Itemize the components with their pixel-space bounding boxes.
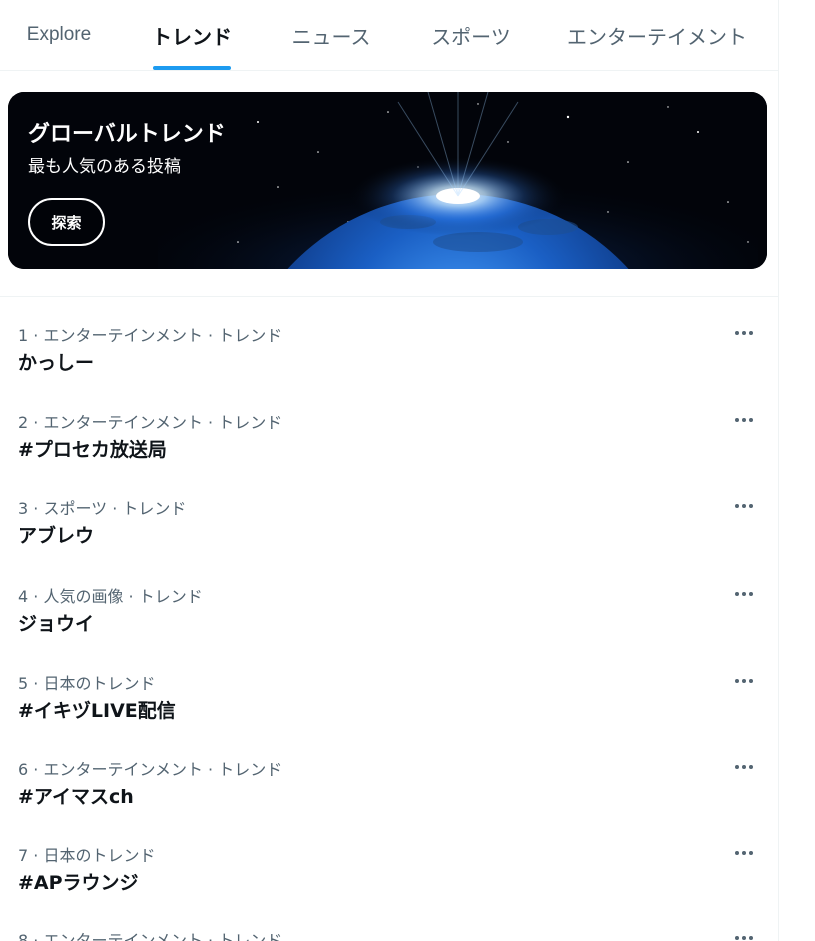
tab-trends[interactable]: トレンド — [118, 0, 266, 70]
trend-meta: 1 · エンターテインメント · トレンド — [18, 326, 283, 345]
explore-button[interactable]: 探索 — [28, 198, 105, 246]
explore-tab-bar: Explore トレンド ニュース スポーツ エンターテイメント — [0, 0, 778, 71]
banner-subtitle: 最も人気のある投稿 — [28, 157, 181, 177]
more-horizontal-icon[interactable] — [726, 583, 762, 605]
tab-news[interactable]: ニュース — [266, 0, 396, 70]
trend-meta: 7 · 日本のトレンド — [18, 846, 156, 865]
trend-item[interactable]: 7 · 日本のトレンド #APラウンジ — [0, 842, 778, 929]
banner-title: グローバルトレンド — [28, 122, 226, 147]
trend-name: かっしー — [18, 352, 95, 374]
tab-label: スポーツ — [431, 24, 511, 49]
trend-name: #アイマスch — [18, 786, 134, 808]
page: Explore トレンド ニュース スポーツ エンターテイメント グローバルトレ… — [0, 0, 815, 941]
trend-item[interactable]: 6 · エンターテインメント · トレンド #アイマスch — [0, 756, 778, 843]
tab-explore[interactable]: Explore — [0, 0, 118, 70]
more-horizontal-icon[interactable] — [726, 842, 762, 864]
more-horizontal-icon[interactable] — [726, 927, 762, 941]
trend-meta: 5 · 日本のトレンド — [18, 674, 156, 693]
tab-label: トレンド — [152, 24, 232, 49]
tab-sports[interactable]: スポーツ — [396, 0, 546, 70]
trend-name: #イキヅLIVE配信 — [18, 700, 176, 722]
more-horizontal-icon[interactable] — [726, 409, 762, 431]
trend-meta: 3 · スポーツ · トレンド — [18, 499, 187, 518]
trend-item[interactable]: 8 · エンターテインメント · トレンド — [0, 927, 778, 941]
main-column: Explore トレンド ニュース スポーツ エンターテイメント グローバルトレ… — [0, 0, 779, 941]
trend-item[interactable]: 2 · エンターテインメント · トレンド #プロセカ放送局 — [0, 409, 778, 496]
trend-item[interactable]: 1 · エンターテインメント · トレンド かっしー — [0, 322, 778, 409]
trend-item[interactable]: 5 · 日本のトレンド #イキヅLIVE配信 — [0, 670, 778, 757]
more-horizontal-icon[interactable] — [726, 756, 762, 778]
more-horizontal-icon[interactable] — [726, 495, 762, 517]
trend-meta: 8 · エンターテインメント · トレンド — [18, 931, 283, 941]
trend-name: #プロセカ放送局 — [18, 439, 167, 461]
trend-item[interactable]: 3 · スポーツ · トレンド アブレウ — [0, 495, 778, 582]
tab-label: Explore — [26, 24, 92, 45]
tab-entertainment[interactable]: エンターテイメント — [546, 0, 768, 70]
tab-label: エンターテイメント — [567, 24, 747, 49]
trend-meta: 4 · 人気の画像 · トレンド — [18, 587, 203, 606]
trend-item[interactable]: 4 · 人気の画像 · トレンド ジョウイ — [0, 583, 778, 670]
active-tab-indicator — [153, 66, 231, 70]
trend-name: #APラウンジ — [18, 872, 139, 894]
trend-name: ジョウイ — [18, 613, 95, 635]
section-divider — [0, 296, 778, 297]
trend-meta: 2 · エンターテインメント · トレンド — [18, 413, 283, 432]
trend-meta: 6 · エンターテインメント · トレンド — [18, 760, 283, 779]
global-trends-banner[interactable]: グローバルトレンド 最も人気のある投稿 探索 — [8, 92, 767, 269]
more-horizontal-icon[interactable] — [726, 322, 762, 344]
more-horizontal-icon[interactable] — [726, 670, 762, 692]
trend-name: アブレウ — [18, 525, 95, 547]
tab-label: ニュース — [291, 24, 371, 49]
